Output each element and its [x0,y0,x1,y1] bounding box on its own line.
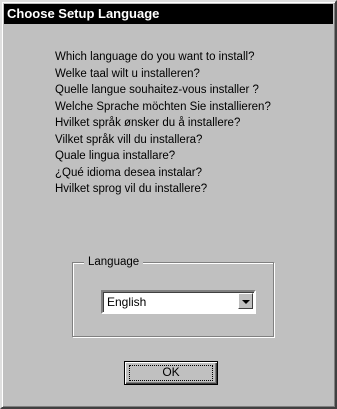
ok-button[interactable]: OK [124,361,218,385]
chevron-down-icon [242,300,250,304]
window-title: Choose Setup Language [7,6,160,21]
ok-button-label: OK [162,365,180,379]
prompt-english: Which language do you want to install? [55,51,255,63]
language-select[interactable]: English [101,290,256,314]
dropdown-button[interactable] [238,293,253,309]
language-select-value: English [107,295,147,309]
prompt-italian: Quale lingua installare? [55,150,176,162]
prompt-german: Welche Sprache möchten Sie installieren? [55,100,271,113]
prompt-spanish: ¿Qué idioma desea instalar? [55,166,203,179]
prompt-danish: Hvilket sprog vil du installere? [55,183,208,195]
language-prompts: Which language do you want to install? W… [55,49,335,198]
language-group-label: Language [84,254,144,270]
prompt-dutch: Welke taal wilt u installeren? [55,67,200,80]
setup-language-dialog: Choose Setup Language Which language do … [0,0,337,409]
title-bar[interactable]: Choose Setup Language [4,4,333,24]
prompt-norwegian: Hvilket språk ønsker du å installere? [55,117,241,129]
language-groupbox: Language English [72,254,274,337]
prompt-french: Quelle langue souhaitez-vous installer ? [55,84,259,96]
prompt-swedish: Vilket språk vill du installera? [55,133,203,146]
